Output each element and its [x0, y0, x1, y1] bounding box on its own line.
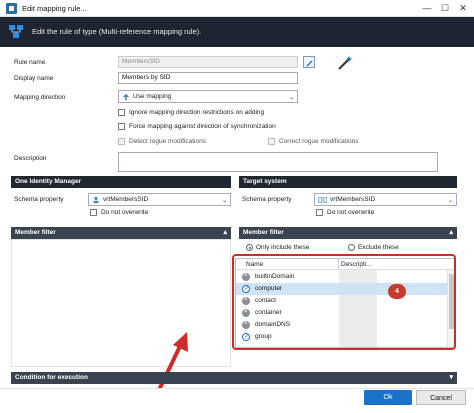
detect-rogue-label: Detect rogue modifications — [129, 138, 206, 145]
right-member-filter-title: Member filter — [243, 229, 284, 236]
force-mapping-checkbox[interactable]: Force mapping against direction of synch… — [118, 123, 276, 130]
dialog-header: Edit the rule of type (Multi-reference m… — [0, 17, 474, 47]
chevron-down-icon: ⌄ — [288, 95, 294, 101]
checkbox-box[interactable] — [268, 138, 275, 145]
right-member-filter-header[interactable]: Member filter ▴ — [239, 227, 457, 239]
rule-name-field[interactable]: MembersSID — [118, 56, 298, 68]
step-badge: 4 — [388, 284, 406, 299]
close-icon[interactable]: ✕ — [456, 2, 470, 14]
window-title-bar: Edit mapping rule... — ☐ ✕ — [0, 0, 474, 17]
display-name-field[interactable]: Members by SID — [118, 72, 298, 84]
property-icon — [318, 196, 327, 203]
force-mapping-label: Force mapping against direction of synch… — [129, 123, 276, 130]
condition-title: Condition for execution — [15, 374, 88, 381]
highlight-box — [232, 254, 456, 350]
section-title: Target system — [243, 178, 287, 185]
left-do-not-overwrite-label: Do not overwrite — [101, 209, 149, 216]
one-identity-manager-header: One Identity Manager — [11, 176, 231, 188]
magic-wand-icon[interactable] — [336, 54, 354, 72]
mapping-rule-icon — [9, 25, 23, 38]
mapping-direction-label: Mapping direction — [14, 94, 66, 101]
radio-exclude-label: Exclude these — [358, 244, 399, 251]
radio-dot[interactable] — [348, 244, 355, 251]
checkbox-box[interactable] — [90, 209, 97, 216]
checkbox-box[interactable] — [118, 123, 125, 130]
dialog-header-text: Edit the rule of type (Multi-reference m… — [32, 27, 202, 36]
correct-rogue-label: Correct rogue modifications — [279, 138, 359, 145]
description-field[interactable] — [118, 152, 438, 172]
checkbox-box[interactable] — [316, 209, 323, 216]
condition-for-execution-header[interactable]: Condition for execution ▾ — [11, 372, 457, 384]
left-schema-property-select[interactable]: vrtMembersSID ⌄ — [88, 193, 231, 206]
schema-property-label: Schema property — [14, 196, 64, 203]
collapse-icon[interactable]: ▴ — [449, 227, 453, 239]
right-do-not-overwrite-checkbox[interactable]: Do not overwrite — [316, 209, 374, 216]
radio-only-include-label: Only include these — [256, 244, 310, 251]
target-system-header: Target system — [239, 176, 457, 188]
property-icon — [93, 196, 99, 203]
collapse-icon[interactable]: ▴ — [223, 227, 227, 239]
left-do-not-overwrite-checkbox[interactable]: Do not overwrite — [90, 209, 148, 216]
ignore-restrictions-checkbox[interactable]: Ignore mapping direction restrictions on… — [118, 109, 264, 116]
radio-exclude[interactable]: Exclude these — [348, 244, 399, 251]
chevron-down-icon: ⌄ — [221, 198, 227, 204]
left-member-filter-title: Member filter — [15, 229, 56, 236]
cancel-button[interactable]: Cancel — [416, 390, 466, 405]
right-schema-property-value: vrtMembersSID — [330, 196, 376, 203]
ignore-restrictions-label: Ignore mapping direction restrictions on… — [129, 109, 265, 116]
minimize-icon[interactable]: — — [420, 2, 434, 14]
maximize-icon[interactable]: ☐ — [438, 2, 452, 14]
window-title: Edit mapping rule... — [22, 4, 87, 13]
detect-rogue-checkbox[interactable]: Detect rogue modifications — [118, 138, 206, 145]
radio-only-include[interactable]: Only include these — [246, 244, 309, 251]
rule-name-label: Rule name — [14, 59, 46, 66]
left-schema-property-value: vrtMembersSID — [103, 196, 149, 203]
app-icon — [6, 3, 17, 14]
correct-rogue-checkbox[interactable]: Correct rogue modifications — [268, 138, 358, 145]
radio-dot[interactable] — [246, 244, 253, 251]
description-label: Description — [14, 155, 47, 162]
collapse-icon[interactable]: ▾ — [449, 372, 453, 384]
checkbox-box[interactable] — [118, 138, 125, 145]
ok-button[interactable]: Ok — [364, 390, 412, 405]
checkbox-box[interactable] — [118, 109, 125, 116]
right-do-not-overwrite-label: Do not overwrite — [327, 209, 375, 216]
mapping-direction-select[interactable]: Use mapping ⌄ — [118, 90, 298, 103]
section-title: One Identity Manager — [15, 178, 82, 185]
direction-icon — [122, 93, 130, 100]
mapping-direction-value: Use mapping — [133, 93, 172, 100]
right-schema-property-select[interactable]: vrtMembersSID ⌄ — [314, 193, 457, 206]
schema-property-label: Schema property — [242, 196, 292, 203]
left-member-filter-header[interactable]: Member filter ▴ — [11, 227, 231, 239]
display-name-label: Display name — [14, 75, 54, 82]
edit-icon[interactable] — [303, 56, 315, 68]
chevron-down-icon: ⌄ — [447, 198, 453, 204]
